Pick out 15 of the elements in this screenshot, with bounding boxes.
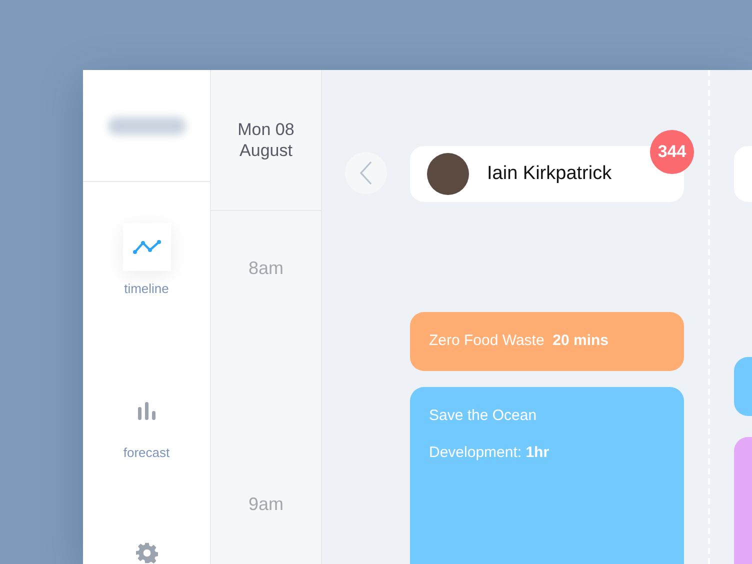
avatar-photo [427,153,469,195]
count-badge: 344 [650,130,694,174]
event-text: Zero Food Waste 20 mins [429,331,610,351]
event-text: Save the Ocean [429,406,538,426]
time-label: 8am [247,257,284,280]
line-chart-icon [132,240,160,254]
settings-icon[interactable] [136,542,158,564]
person-name: Iain Kirkpatrick [487,162,612,186]
back-button[interactable] [345,152,387,194]
event-text: Development: 1hr [429,442,550,462]
time-label: 9am [247,493,284,516]
chevron-left-icon [360,161,372,185]
date-label: Mon 08 August [236,118,296,162]
nav-item[interactable]: forecast [122,386,170,462]
bar-chart-icon [136,400,156,420]
